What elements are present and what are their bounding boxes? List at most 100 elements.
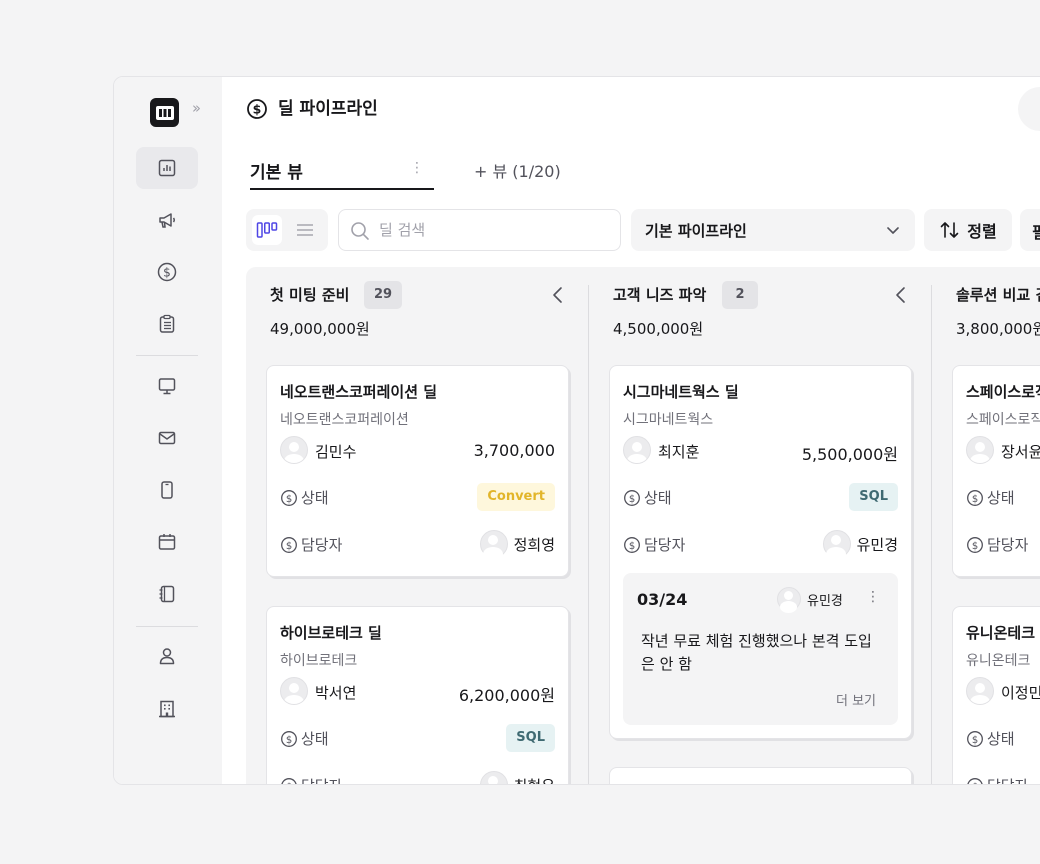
- assignee-name: 최현우: [514, 775, 555, 785]
- assignee[interactable]: 최현우: [479, 771, 555, 785]
- page-title: 딜 파이프라인: [278, 99, 378, 119]
- svg-text:$: $: [286, 493, 292, 504]
- assignee-field: $ 담당자: [966, 534, 1028, 555]
- column-count-badge: 29: [364, 281, 403, 309]
- kanban-view-button[interactable]: [252, 215, 282, 245]
- tab-menu-icon[interactable]: ⋮: [410, 160, 424, 176]
- field-label: 담당자: [301, 536, 343, 554]
- assignee[interactable]: 유민경: [822, 530, 898, 558]
- dollar-circle-icon: $: [157, 262, 177, 282]
- deal-card[interactable]: [609, 767, 912, 784]
- search-input[interactable]: [379, 210, 615, 250]
- phone-icon: [161, 481, 173, 499]
- sidebar-item-phone[interactable]: [136, 469, 198, 511]
- pipeline-selected-value: 기본 파이프라인: [645, 222, 747, 240]
- avatar: [623, 436, 651, 464]
- note-more-link[interactable]: 더 보기: [836, 690, 876, 709]
- dollar-circle-icon: $: [967, 730, 983, 747]
- sort-button[interactable]: 정렬: [924, 209, 1012, 251]
- app-logo-icon[interactable]: [150, 98, 179, 127]
- note-author-name: 유민경: [807, 593, 843, 609]
- deal-card[interactable]: 하이브로테크 딜 하이브로테크 박서연 6,200,000원 $ 상태 SQL …: [266, 606, 569, 785]
- tab-default-view[interactable]: 기본 뷰 ⋮: [250, 155, 434, 190]
- svg-text:$: $: [286, 540, 292, 551]
- dollar-circle-icon: $: [281, 536, 297, 553]
- status-badge[interactable]: Convert: [477, 483, 555, 511]
- note-author: 유민경: [777, 587, 843, 611]
- column-total-amount: 49,000,000원: [270, 320, 370, 338]
- status-field: $ 상태: [280, 728, 329, 749]
- deal-card[interactable]: 네오트랜스코퍼레이션 딜 네오트랜스코퍼레이션 김민수 3,700,000 $ …: [266, 365, 569, 577]
- assignee-name: 유민경: [856, 535, 898, 554]
- kanban-board: 첫 미팅 준비 29 49,000,000원 네오트랜스코퍼레이션 딜 네오트랜…: [246, 267, 1040, 785]
- dollar-circle-icon: $: [624, 536, 640, 553]
- sidebar-item-deals[interactable]: $: [136, 251, 198, 293]
- megaphone-icon: [159, 213, 175, 228]
- status-badge[interactable]: SQL: [849, 483, 898, 511]
- list-view-button[interactable]: [290, 215, 320, 245]
- pipeline-column: 솔루션 비교 검토 3,800,000원 스페이스로직 딜 스페이스로직 장서윤…: [932, 267, 1040, 784]
- deal-card[interactable]: 시그마네트웍스 딜 시그마네트웍스 최지훈 5,500,000원 $ 상태 SQ…: [609, 365, 912, 739]
- deal-company: 유니온테크: [966, 653, 1031, 669]
- sidebar-item-notes[interactable]: [136, 573, 198, 615]
- filter-button[interactable]: 필: [1020, 209, 1040, 251]
- search-icon: [351, 222, 369, 240]
- sidebar-item-dashboard[interactable]: [136, 147, 198, 189]
- deal-card[interactable]: 스페이스로직 딜 스페이스로직 장서윤 $ 상태 $ 담당자: [952, 365, 1040, 577]
- sidebar-item-tasks[interactable]: [136, 303, 198, 345]
- status-field: $ 상태: [966, 728, 1015, 749]
- svg-text:$: $: [253, 102, 262, 117]
- field-label: 담당자: [987, 775, 1028, 784]
- avatar: [479, 530, 508, 558]
- column-title: 고객 니즈 파악: [613, 286, 707, 304]
- pipeline-select[interactable]: 기본 파이프라인: [631, 209, 915, 251]
- status-field: $ 상태: [280, 487, 329, 508]
- svg-text:$: $: [972, 493, 978, 504]
- sidebar-divider: [136, 355, 198, 356]
- note-menu-icon[interactable]: ⋮: [866, 589, 880, 605]
- sidebar-item-calendar[interactable]: [136, 521, 198, 563]
- sidebar: ›› $: [114, 77, 222, 784]
- deal-card[interactable]: 유니온테크 딜 유니온테크 이정민 $ 상태 $ 담당자: [952, 606, 1040, 784]
- person-icon: [159, 648, 175, 665]
- deal-company: 하이브로테크: [280, 653, 358, 669]
- sidebar-item-companies[interactable]: [136, 688, 198, 730]
- sidebar-divider: [136, 626, 198, 627]
- sort-label: 정렬: [967, 222, 997, 241]
- deal-note[interactable]: 03/24 유민경 ⋮ 작년 무료 체험 진행했으나 본격 도입은 안 함 더 …: [623, 573, 898, 725]
- chevron-left-icon[interactable]: [891, 285, 911, 305]
- avatar: [966, 436, 994, 464]
- deal-company: 시그마네트웍스: [623, 412, 714, 428]
- field-label: 상태: [644, 489, 672, 507]
- sidebar-item-campaigns[interactable]: [136, 199, 198, 241]
- sidebar-item-desktop[interactable]: [136, 365, 198, 407]
- dollar-circle-icon: $: [967, 777, 983, 784]
- header-action-button[interactable]: [1018, 87, 1040, 131]
- building-icon: [159, 700, 175, 718]
- sidebar-item-contacts[interactable]: [136, 635, 198, 677]
- pipeline-column: 첫 미팅 준비 29 49,000,000원 네오트랜스코퍼레이션 딜 네오트랜…: [246, 267, 589, 785]
- svg-text:$: $: [163, 266, 171, 280]
- column-total-amount: 4,500,000원: [613, 320, 704, 338]
- assignee[interactable]: 정희영: [479, 530, 555, 558]
- chevron-left-icon[interactable]: [548, 285, 568, 305]
- deal-amount: 6,200,000원: [458, 686, 555, 705]
- deal-title: 시그마네트웍스 딜: [623, 383, 739, 401]
- status-badge[interactable]: SQL: [506, 724, 555, 752]
- expand-sidebar-icon[interactable]: ››: [192, 99, 201, 117]
- note-date: 03/24: [637, 590, 688, 609]
- dollar-circle-icon: $: [967, 536, 983, 553]
- deal-company: 네오트랜스코퍼레이션: [280, 412, 409, 428]
- avatar: [479, 771, 508, 784]
- avatar: [777, 587, 801, 611]
- deal-title: 유니온테크 딜: [966, 624, 1040, 642]
- assignee-name: 정희영: [513, 535, 555, 554]
- assignee-field: $ 담당자: [280, 775, 342, 784]
- add-view-button[interactable]: + 뷰 (1/20): [474, 158, 561, 182]
- column-total-amount: 3,800,000원: [956, 320, 1040, 338]
- sort-icon: [940, 222, 959, 238]
- sidebar-item-mail[interactable]: [136, 417, 198, 459]
- deal-title: 네오트랜스코퍼레이션 딜: [280, 383, 438, 401]
- column-count-badge: 2: [722, 281, 758, 309]
- svg-text:$: $: [629, 540, 635, 551]
